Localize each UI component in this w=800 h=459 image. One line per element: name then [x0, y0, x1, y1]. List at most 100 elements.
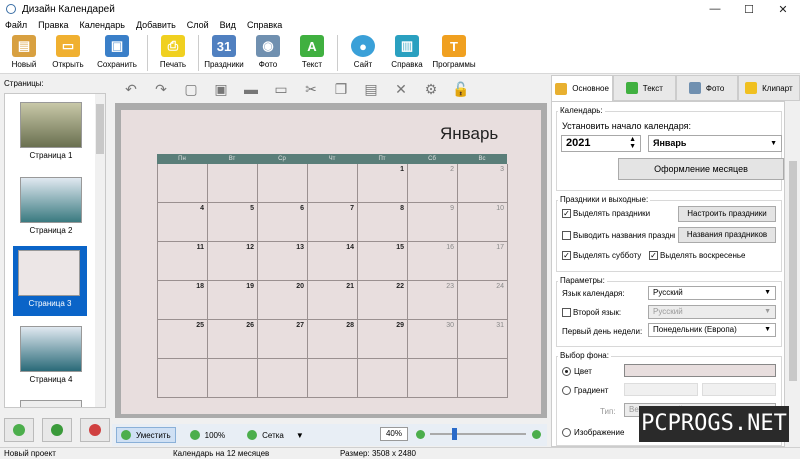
paste-icon[interactable]: ▤ [360, 79, 382, 99]
day-cell[interactable]: 13 [258, 242, 308, 281]
gradient-radio[interactable] [562, 386, 571, 395]
day-cell[interactable]: 21 [308, 281, 358, 320]
help-button[interactable]: ▥ Справка [385, 32, 429, 74]
zoom-out-icon[interactable] [416, 430, 425, 439]
day-cell[interactable]: 8 [358, 203, 408, 242]
year-stepper[interactable]: 2021 ▲ ▼ [561, 135, 641, 152]
tab-photo[interactable]: Фото [675, 75, 738, 101]
calendar-grid[interactable]: 1 2 3 4 5 6 7 8 9 10 11 12 13 14 15 16 17 18 19 20 21 22 23 24 2… [157, 164, 508, 398]
add-page-button[interactable] [4, 418, 34, 442]
day-cell[interactable]: 17 [458, 242, 508, 281]
page-thumb-2[interactable]: Страница 2 [15, 177, 87, 245]
close-button[interactable]: ✕ [766, 0, 800, 18]
day-cell[interactable]: 18 [158, 281, 208, 320]
day-cell[interactable] [158, 164, 208, 203]
settings-icon[interactable]: ⚙ [420, 79, 442, 99]
grid-button[interactable]: Сетка ▼ [247, 430, 304, 440]
programs-button[interactable]: T Программы [429, 32, 479, 74]
lang-select[interactable]: Русский ▼ [648, 286, 776, 300]
day-cell[interactable] [308, 359, 358, 398]
day-cell[interactable] [308, 164, 358, 203]
color-radio[interactable] [562, 367, 571, 376]
tab-text[interactable]: Текст [613, 75, 676, 101]
day-cell[interactable]: 9 [408, 203, 458, 242]
tab-clipart[interactable]: Клипарт [737, 75, 800, 101]
print-button[interactable]: ⎙ Печать [151, 32, 195, 74]
day-cell[interactable]: 30 [408, 320, 458, 359]
menu-layer[interactable]: Слой [182, 20, 215, 30]
delete-page-button[interactable] [80, 418, 110, 442]
fit-button[interactable]: Уместить [116, 427, 176, 443]
day-cell[interactable]: 27 [258, 320, 308, 359]
image-radio[interactable] [562, 428, 571, 437]
menu-view[interactable]: Вид [215, 20, 242, 30]
day-cell[interactable]: 7 [308, 203, 358, 242]
day-cell[interactable]: 22 [358, 281, 408, 320]
day-cell[interactable]: 5 [208, 203, 258, 242]
redo-icon[interactable]: ↷ [150, 79, 172, 99]
bring-front-icon[interactable]: ▢ [180, 79, 202, 99]
day-cell[interactable]: 11 [158, 242, 208, 281]
zoom-field[interactable]: 40% [380, 427, 408, 441]
day-cell[interactable] [208, 164, 258, 203]
align-icon[interactable]: ▬ [240, 79, 262, 99]
new-button[interactable]: ▤ Новый [2, 32, 46, 74]
day-cell[interactable]: 29 [358, 320, 408, 359]
highlight-sun-checkbox[interactable]: ✓ [649, 251, 658, 260]
day-cell[interactable] [158, 359, 208, 398]
highlight-holidays-checkbox[interactable]: ✓ [562, 209, 571, 218]
day-cell[interactable]: 15 [358, 242, 408, 281]
delete-icon[interactable]: ✕ [390, 79, 412, 99]
setup-holidays-button[interactable]: Настроить праздники [678, 206, 776, 222]
zoom-slider-handle[interactable] [452, 428, 457, 440]
holiday-names-button[interactable]: Названия праздников [678, 227, 776, 243]
day-cell[interactable]: 25 [158, 320, 208, 359]
day-cell[interactable]: 2 [408, 164, 458, 203]
day-cell[interactable]: 16 [408, 242, 458, 281]
color-swatch[interactable] [624, 364, 776, 377]
site-button[interactable]: ● Сайт [341, 32, 385, 74]
day-cell[interactable]: 12 [208, 242, 258, 281]
text-button[interactable]: A Текст [290, 32, 334, 74]
month-title[interactable]: Январь [440, 124, 498, 144]
page-thumb-1[interactable]: Страница 1 [15, 102, 87, 170]
photo-button[interactable]: ◉ Фото [246, 32, 290, 74]
day-cell[interactable]: 19 [208, 281, 258, 320]
day-cell[interactable]: 31 [458, 320, 508, 359]
day-cell[interactable]: 4 [158, 203, 208, 242]
month-select[interactable]: Январь ▼ [648, 135, 782, 152]
zoom-100-button[interactable]: 100% [189, 430, 225, 440]
menu-edit[interactable]: Правка [33, 20, 74, 30]
distribute-icon[interactable]: ▭ [270, 79, 292, 99]
zoom-slider[interactable] [430, 433, 526, 435]
day-cell[interactable] [408, 359, 458, 398]
day-cell[interactable]: 6 [258, 203, 308, 242]
save-button[interactable]: ▣ Сохранить [90, 32, 144, 74]
day-cell[interactable] [258, 164, 308, 203]
second-lang-checkbox[interactable] [562, 308, 571, 317]
properties-scrollbar[interactable] [786, 101, 800, 447]
copy-icon[interactable]: ❐ [330, 79, 352, 99]
menu-add[interactable]: Добавить [131, 20, 182, 30]
day-cell[interactable]: 24 [458, 281, 508, 320]
tab-main[interactable]: Основное [551, 75, 614, 101]
highlight-sat-checkbox[interactable]: ✓ [562, 251, 571, 260]
day-cell[interactable]: 10 [458, 203, 508, 242]
day-cell[interactable] [258, 359, 308, 398]
undo-icon[interactable]: ↶ [120, 79, 142, 99]
months-design-button[interactable]: Оформление месяцев [618, 158, 784, 180]
day-cell[interactable]: 23 [408, 281, 458, 320]
holidays-button[interactable]: 31 Праздники [202, 32, 246, 74]
day-cell[interactable]: 14 [308, 242, 358, 281]
lock-icon[interactable]: 🔓 [450, 79, 472, 99]
day-cell[interactable]: 3 [458, 164, 508, 203]
day-cell[interactable]: 1 [358, 164, 408, 203]
menu-help[interactable]: Справка [242, 20, 288, 30]
first-day-select[interactable]: Понедельник (Европа) ▼ [648, 323, 776, 337]
day-cell[interactable] [358, 359, 408, 398]
minimize-button[interactable]: — [698, 0, 732, 18]
day-cell[interactable] [458, 359, 508, 398]
second-lang-select[interactable]: Русский ▼ [648, 305, 776, 319]
day-cell[interactable]: 20 [258, 281, 308, 320]
move-page-button[interactable] [42, 418, 72, 442]
